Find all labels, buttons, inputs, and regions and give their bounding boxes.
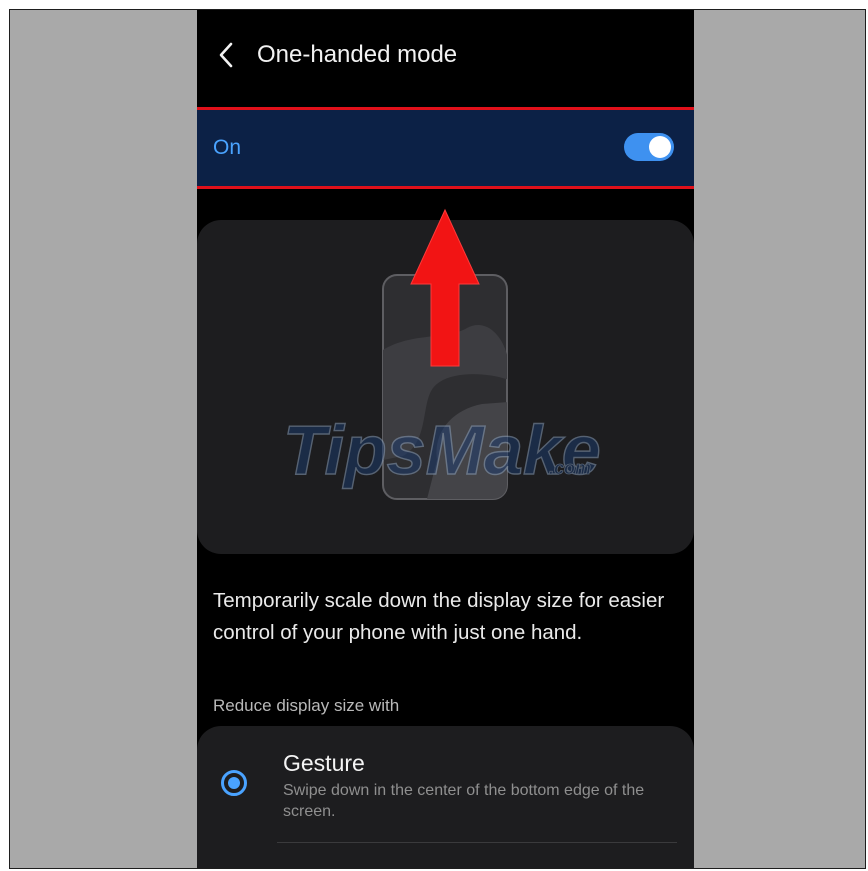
options-card: Gesture Swipe down in the center of the … (197, 726, 694, 868)
app-header: One-handed mode (197, 10, 694, 100)
chevron-left-icon[interactable] (215, 40, 237, 70)
master-toggle-row[interactable]: On (197, 107, 694, 189)
option-title: Gesture (283, 750, 365, 776)
section-label: Reduce display size with (213, 696, 400, 715)
toggle-knob (649, 136, 671, 158)
feature-description: Temporarily scale down the display size … (213, 589, 665, 644)
phone-screen: One-handed mode On TipsMake .com Tempora… (197, 10, 694, 868)
page-title: One-handed mode (257, 41, 458, 68)
screenshot-frame: One-handed mode On TipsMake .com Tempora… (9, 9, 866, 869)
toggle-label: On (213, 136, 242, 159)
up-arrow-icon (410, 208, 480, 367)
svg-text:.com: .com (549, 458, 591, 478)
option-subtitle: Swipe down in the center of the bottom e… (283, 782, 645, 820)
radio-selected-dot (228, 777, 240, 789)
tipsmake-watermark: TipsMake .com (282, 410, 601, 489)
divider (277, 842, 677, 843)
gesture-radio-button[interactable] (221, 770, 247, 796)
toggle-switch[interactable] (624, 133, 674, 161)
